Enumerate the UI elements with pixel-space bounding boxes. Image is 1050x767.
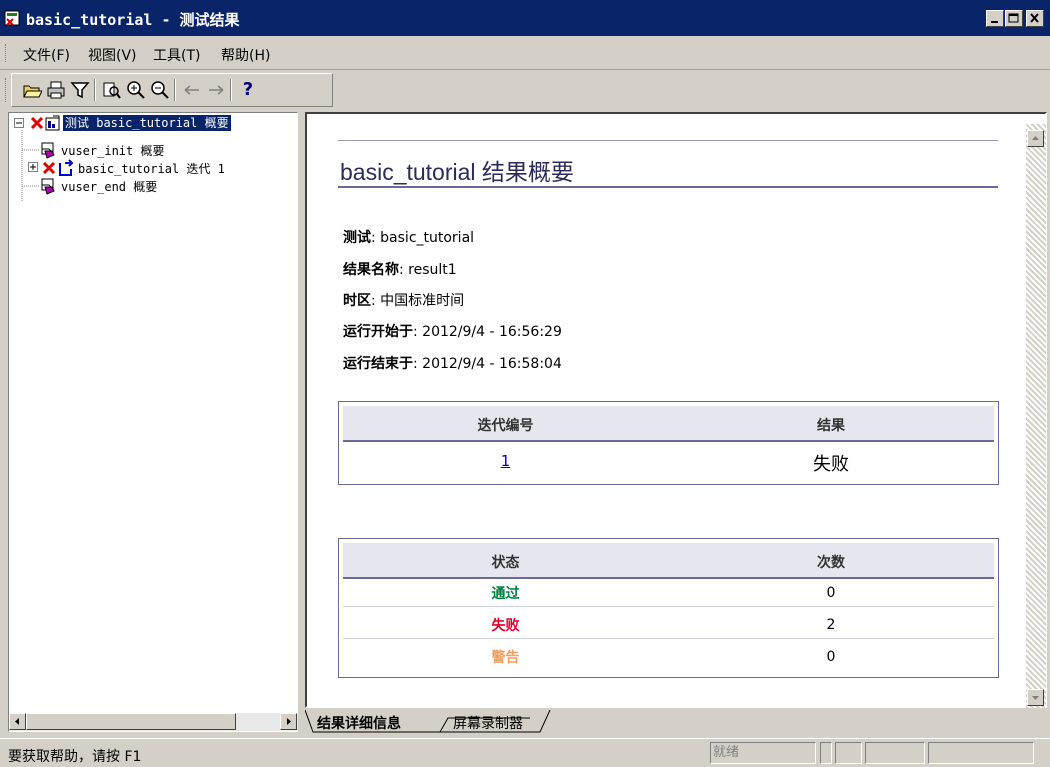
menu-bar: 文件(F) 视图(V) 工具(T) 帮助(H) [0,36,1050,70]
info-test: 测试: basic_tutorial [343,227,474,247]
info-label: 结果名称 [343,262,399,278]
column-header: 结果 [817,418,845,434]
iterations-table: 迭代编号 结果 1 失败 [338,401,999,485]
row-divider [343,606,994,607]
tree-vuser-init-label[interactable]: vuser_init 概要 [61,142,164,159]
expand-icon[interactable] [28,162,39,176]
info-timezone: 时区: 中国标准时间 [343,290,464,310]
test-results-app-icon [4,9,22,27]
info-result-name: 结果名称: result1 [343,259,457,279]
info-value: : 2012/9/4 - 16:56:29 [413,324,562,340]
toolbar: ? [0,70,1050,110]
maximize-icon[interactable] [1005,10,1023,27]
status-help-text: 要获取帮助，请按 F1 [8,749,142,765]
print-icon[interactable] [46,80,66,100]
failed-x-icon [30,116,44,133]
bottom-tab-strip: 结果详细信息 屏幕录制器 [305,710,1047,736]
toolbar-separator [94,79,96,101]
tab-screen-recorder[interactable]: 屏幕录制器 [453,713,523,735]
info-value: : basic_tutorial [371,230,475,246]
window-title: basic_tutorial - 测试结果 [26,11,240,29]
tree-root-label[interactable]: 测试 basic_tutorial 概要 [63,115,231,131]
failed-x-icon [42,161,56,178]
scroll-right-icon[interactable] [280,713,297,730]
collapse-icon[interactable] [14,118,25,132]
table-header-row: 迭代编号 结果 [343,406,994,442]
menu-help[interactable]: 帮助(H) [221,45,270,65]
table-header-row: 状态 次数 [343,543,994,579]
status-passed-count: 0 [826,585,836,601]
title-underline [338,186,998,188]
find-icon[interactable] [102,80,122,100]
tab-result-details[interactable]: 结果详细信息 [317,713,401,735]
status-warning-label: 警告 [491,650,520,666]
status-panel [820,742,832,764]
tree-iteration-label[interactable]: basic_tutorial 迭代 1 [78,160,225,177]
menu-grip[interactable] [5,44,8,62]
info-label: 运行结束于 [343,356,413,372]
tree-horizontal-scrollbar[interactable] [9,713,298,731]
menu-tools[interactable]: 工具(T) [153,45,200,65]
info-run-start: 运行开始于: 2012/9/4 - 16:56:29 [343,321,562,341]
menu-view[interactable]: 视图(V) [88,45,137,65]
status-bar: 要获取帮助，请按 F1 就绪 [0,738,1050,767]
zoom-out-icon[interactable] [150,80,170,100]
open-folder-icon[interactable] [22,80,43,100]
status-table: 状态 次数 通过 0 失败 2 警告 0 [338,538,999,678]
iteration-result: 失败 [813,454,849,475]
test-tree-panel: 测试 basic_tutorial 概要 vuser_init 概要 basic… [8,112,298,732]
row-divider [343,638,994,639]
info-value: : 2012/9/4 - 16:58:04 [413,356,562,372]
forward-arrow-icon[interactable] [206,80,226,100]
back-arrow-icon[interactable] [182,80,202,100]
scroll-left-icon[interactable] [9,713,26,730]
column-header: 状态 [491,555,520,571]
content-vertical-scrollbar[interactable] [1026,124,1046,708]
status-passed-label: 通过 [491,586,520,602]
title-bar: basic_tutorial - 测试结果 [0,0,1050,36]
minimize-icon[interactable] [986,10,1004,27]
toolbar-separator [174,79,176,101]
action-icon [39,141,57,162]
info-value: : 中国标准时间 [371,293,465,309]
status-ready: 就绪 [710,742,816,764]
tree-vuser-end-label[interactable]: vuser_end 概要 [61,178,157,195]
info-value: : result1 [399,262,457,278]
status-warning-count: 0 [826,649,836,665]
info-label: 时区 [343,293,371,309]
status-failed-label: 失败 [491,618,520,634]
close-icon[interactable] [1026,10,1044,27]
menu-file[interactable]: 文件(F) [23,45,70,65]
toolbar-separator [230,79,232,101]
tree-node-root[interactable]: 测试 basic_tutorial 概要 [11,115,297,133]
scroll-down-icon[interactable] [1027,689,1044,706]
info-run-end: 运行结束于: 2012/9/4 - 16:58:04 [343,353,562,373]
column-header: 迭代编号 [477,418,534,434]
filter-icon[interactable] [70,80,90,100]
test-summary-icon [45,115,61,134]
scrollbar-thumb[interactable] [26,713,236,730]
column-header: 次数 [817,555,845,571]
zoom-in-icon[interactable] [126,80,146,100]
action-icon [39,177,57,198]
top-rule [338,140,998,141]
help-icon[interactable]: ? [238,80,258,100]
iteration-icon [58,159,74,180]
status-panel [865,742,925,764]
status-panel [928,742,1034,764]
scroll-up-icon[interactable] [1027,130,1044,147]
summary-title: basic_tutorial 结果概要 [340,159,574,185]
iteration-link[interactable]: 1 [343,452,668,470]
toolbar-grip[interactable] [5,78,8,102]
info-label: 测试 [343,230,371,246]
status-failed-count: 2 [826,617,836,633]
info-label: 运行开始于 [343,324,413,340]
status-panel [835,742,862,764]
